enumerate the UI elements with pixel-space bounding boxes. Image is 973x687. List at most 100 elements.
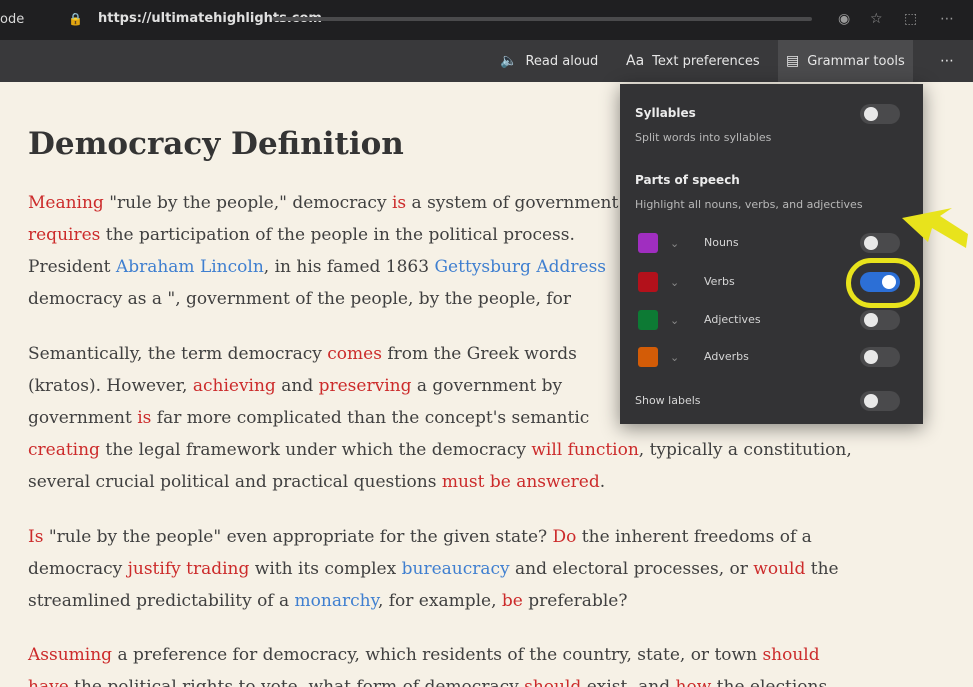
speaker-icon: 🔈	[500, 53, 518, 69]
grammar-icon: ▤	[786, 53, 800, 69]
highlighted-verb[interactable]: is	[392, 193, 406, 213]
highlighted-verb[interactable]: would	[753, 559, 805, 579]
text-preferences-label: Text preferences	[652, 53, 760, 69]
article-line: have the political rights to vote, what …	[28, 677, 827, 687]
adjectives-color-swatch[interactable]	[638, 310, 658, 330]
nouns-color-swatch[interactable]	[638, 233, 658, 253]
toggle-knob	[864, 236, 878, 250]
extensions-icon[interactable]: ⬚	[904, 11, 917, 27]
text-segment: a preference for democracy, which reside…	[112, 645, 763, 665]
ellipsis-icon: ⋯	[940, 53, 954, 69]
parts-of-speech-subtitle: Highlight all nouns, verbs, and adjectiv…	[635, 198, 863, 211]
text-segment: the participation of the people in the p…	[100, 225, 575, 245]
article-line: Meaning "rule by the people," democracy …	[28, 193, 618, 213]
toggle-knob	[864, 350, 878, 364]
syllables-subtitle: Split words into syllables	[635, 131, 772, 144]
highlighted-verb[interactable]: Is	[28, 527, 43, 547]
chevron-down-icon[interactable]: ⌄	[670, 276, 679, 289]
text-segment: and electoral processes, or	[509, 559, 754, 579]
url-path-blur	[272, 17, 812, 21]
grammar-tools-label: Grammar tools	[807, 53, 905, 69]
syllables-toggle[interactable]	[860, 104, 900, 124]
highlighted-verb[interactable]: how	[676, 677, 712, 687]
text-segment: (kratos). However,	[28, 376, 193, 396]
text-segment: several crucial political and practical …	[28, 472, 442, 492]
text-segment: with its complex	[249, 559, 402, 579]
show-labels-label: Show labels	[635, 394, 701, 407]
syllables-title: Syllables	[635, 106, 696, 120]
article-line: (kratos). However, achieving and preserv…	[28, 376, 562, 396]
annotation-arrow-icon	[902, 208, 968, 248]
highlighted-link[interactable]: bureaucracy	[402, 559, 510, 579]
toggle-knob	[864, 107, 878, 121]
article-line: President Abraham Lincoln, in his famed …	[28, 257, 606, 277]
text-segment: President	[28, 257, 116, 277]
text-segment: the elections	[711, 677, 828, 687]
text-segment: a system of government	[406, 193, 619, 213]
show-labels-toggle[interactable]	[860, 391, 900, 411]
article-line: several crucial political and practical …	[28, 472, 605, 492]
text-preferences-button[interactable]: Aa Text preferences	[626, 40, 760, 82]
highlighted-verb[interactable]: Meaning	[28, 193, 104, 213]
read-aloud-button[interactable]: 🔈 Read aloud	[500, 40, 598, 82]
highlighted-verb[interactable]: comes	[327, 344, 382, 364]
highlighted-verb[interactable]: be	[502, 591, 523, 611]
more-options-button[interactable]: ⋯	[940, 40, 954, 82]
text-segment: "rule by the people," democracy	[103, 193, 392, 213]
text-segment: and	[275, 376, 319, 396]
text-segment: a government by	[411, 376, 563, 396]
toggle-knob	[864, 394, 878, 408]
text-segment: .	[599, 472, 606, 492]
profile-icon[interactable]: ◉	[838, 11, 850, 27]
highlighted-verb[interactable]: Assuming	[28, 645, 112, 665]
highlighted-verb[interactable]: achieving	[193, 376, 276, 396]
star-icon[interactable]: ☆	[870, 11, 883, 27]
highlighted-verb[interactable]: Do	[553, 527, 577, 547]
article-line: Semantically, the term democracy comes f…	[28, 344, 577, 364]
highlighted-link[interactable]: Abraham Lincoln	[116, 257, 264, 277]
adverbs-toggle[interactable]	[860, 347, 900, 367]
menu-icon[interactable]: ⋯	[940, 11, 954, 27]
article-line: government is far more complicated than …	[28, 408, 589, 428]
article-line: Assuming a preference for democracy, whi…	[28, 645, 820, 665]
grammar-tools-button[interactable]: ▤ Grammar tools	[778, 40, 913, 82]
highlighted-verb[interactable]: requires	[28, 225, 100, 245]
toggle-knob	[864, 313, 878, 327]
highlighted-verb[interactable]: creating	[28, 440, 100, 460]
grammar-tools-popover: Syllables Split words into syllables Par…	[620, 84, 923, 424]
adjectives-toggle[interactable]	[860, 310, 900, 330]
reader-toolbar: 🔈 Read aloud Aa Text preferences ▤ Gramm…	[0, 40, 973, 82]
nouns-toggle[interactable]	[860, 233, 900, 253]
adverbs-color-swatch[interactable]	[638, 347, 658, 367]
text-segment: the inherent freedoms of a	[576, 527, 812, 547]
verbs-color-swatch[interactable]	[638, 272, 658, 292]
text-segment: exist, and	[581, 677, 676, 687]
adjectives-label: Adjectives	[704, 313, 761, 326]
highlighted-verb[interactable]: preserving	[319, 376, 412, 396]
highlighted-verb[interactable]: justify trading	[128, 559, 250, 579]
highlighted-verb[interactable]: is	[137, 408, 151, 428]
text-segment: democracy as a ", government of the peop…	[28, 289, 571, 309]
highlighted-link[interactable]: Gettysburg Address	[434, 257, 606, 277]
highlighted-verb[interactable]: have	[28, 677, 69, 687]
article-line: requires the participation of the people…	[28, 225, 575, 245]
text-segment: , typically a constitution,	[638, 440, 852, 460]
text-segment: the legal framework under which the demo…	[99, 440, 532, 460]
article-title: Democracy Definition	[28, 126, 404, 162]
chevron-down-icon[interactable]: ⌄	[670, 237, 679, 250]
chevron-down-icon[interactable]: ⌄	[670, 314, 679, 327]
highlighted-verb[interactable]: must be answered	[442, 472, 600, 492]
read-aloud-label: Read aloud	[525, 53, 599, 69]
text-segment: from the Greek words	[381, 344, 577, 364]
highlighted-verb[interactable]: should	[524, 677, 581, 687]
text-segment: far more complicated than the concept's …	[151, 408, 590, 428]
text-segment: streamlined predictability of a	[28, 591, 295, 611]
browser-address-bar: ode 🔒 https://ultimatehighlights.com ◉ ☆…	[0, 0, 973, 40]
highlighted-verb[interactable]: should	[762, 645, 819, 665]
text-segment: democracy	[28, 559, 128, 579]
chevron-down-icon[interactable]: ⌄	[670, 351, 679, 364]
highlighted-verb[interactable]: will function	[531, 440, 638, 460]
highlighted-link[interactable]: monarchy	[295, 591, 378, 611]
nouns-label: Nouns	[704, 236, 739, 249]
text-segment: Semantically, the term democracy	[28, 344, 328, 364]
